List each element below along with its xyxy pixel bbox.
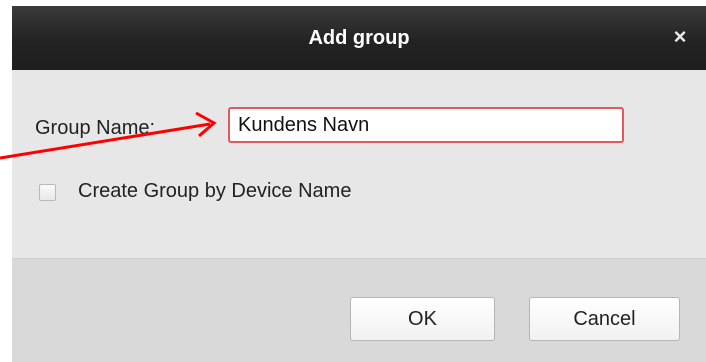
close-icon[interactable]: × [668, 25, 692, 49]
group-name-label: Group Name: [35, 117, 156, 139]
group-name-input[interactable] [228, 107, 624, 143]
dialog-footer: OK Cancel [12, 258, 706, 362]
create-group-by-device-checkbox[interactable] [39, 184, 56, 201]
add-group-dialog: Add group × Group Name: Create Group by … [12, 6, 706, 362]
dialog-body: Group Name: Create Group by Device Name [12, 70, 706, 258]
cancel-button[interactable]: Cancel [529, 297, 680, 341]
dialog-title-bar: Add group × [12, 6, 706, 70]
ok-button[interactable]: OK [350, 297, 495, 341]
dialog-title: Add group [308, 27, 410, 49]
create-group-by-device-label[interactable]: Create Group by Device Name [78, 180, 351, 203]
